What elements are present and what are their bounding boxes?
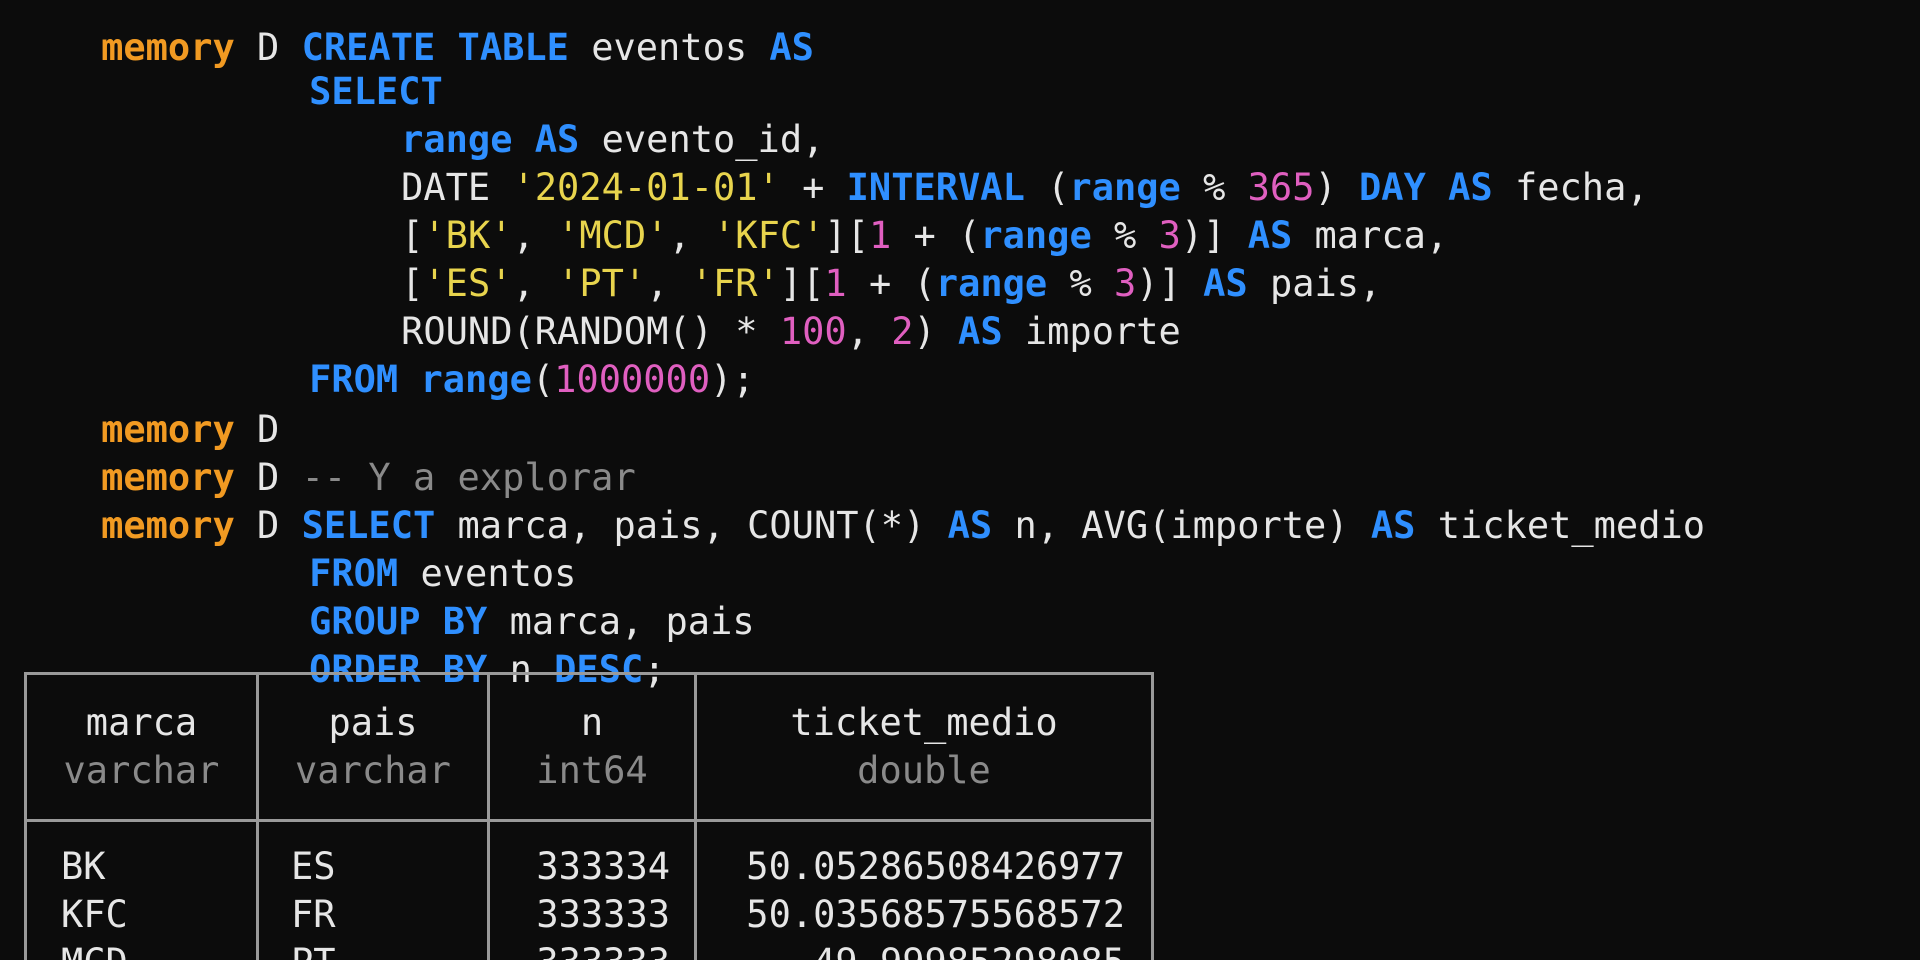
table-cell: PT [291,939,336,960]
sql-text: , [846,310,892,353]
prompt-line-select-query: memory D SELECT marca, pais, COUNT(*) AS… [12,454,1705,547]
sql-text: importe [1002,310,1181,353]
keyword: AS [947,504,993,547]
column-header-marca: marca [85,701,198,744]
result-table: marca varchar pais varchar n int64 ticke… [24,672,1154,960]
table-cell: MCD [61,939,128,960]
table-cell: 49.99985298085 [697,939,1125,960]
sql-line-evento-id: range AS evento_id, [312,68,824,161]
terminal-window[interactable]: memory D CREATE TABLE eventos AS SELECT … [0,0,1920,960]
sql-line-importe: ROUND(RANDOM() * 100, 2) AS importe [312,260,1181,353]
column-type-ticket-medio: double [857,749,991,792]
sql-line-fecha: DATE '2024-01-01' + INTERVAL (range % 36… [312,116,1649,209]
keyword: AS [1370,504,1416,547]
sql-text: ticket_medio [1415,504,1706,547]
prompt-line-comment: memory D -- Y a explorar [12,406,636,499]
sql-line-group-by: GROUP BY marca, pais [220,550,755,643]
number-literal: 100 [779,310,847,353]
sql-text: ( [531,358,555,401]
prompt-label: memory [101,26,235,69]
table-cell: FR [291,893,336,936]
column-header-ticket-medio: ticket_medio [790,701,1058,744]
sql-line-from-eventos: FROM eventos [220,502,576,595]
sql-text: ); [710,358,755,401]
column-type-pais: varchar [295,749,451,792]
keyword: AS [1203,262,1248,305]
column-header-pais: pais [328,701,418,744]
header-divider [27,819,1151,822]
sql-line-marca: ['BK', 'MCD', 'KFC'][1 + (range % 3)] AS… [312,164,1448,257]
sql-text: n, AVG(importe) [992,504,1371,547]
table-cell: 333333 [490,939,670,960]
table-cell: BK [61,845,106,888]
table-name: eventos [568,26,770,69]
number-literal: 2 [891,310,914,353]
sql-line-pais: ['ES', 'PT', 'FR'][1 + (range % 3)] AS p… [312,212,1381,305]
table-cell: 333333 [536,893,670,936]
keyword: FROM [309,358,399,401]
table-cell: 50.03568575568572 [746,893,1125,936]
table-cell: 50.05286508426977 [746,845,1125,888]
number-literal: 1000000 [554,358,711,401]
table-cell: KFC [61,893,128,936]
column-header-n: n [580,701,604,744]
keyword: range [420,358,532,401]
keyword: AS [958,310,1003,353]
keyword: AS [769,26,814,69]
sql-text: fecha, [1492,166,1649,209]
sql-line-from-range: FROM range(1000000); [220,308,755,401]
table-cell: ES [291,845,336,888]
column-type-n: int64 [536,749,648,792]
column-type-marca: varchar [63,749,220,792]
sql-line-select: SELECT [220,20,443,113]
prompt-label: memory [101,504,235,547]
table-cell: 333334 [536,845,670,888]
keyword: AS [1448,166,1493,209]
sql-text: pais, [1247,262,1382,305]
prompt-line-empty: memory D [12,358,279,451]
sql-line-order-by: ORDER BY n DESC; [220,598,665,691]
sql-text: ) [913,310,959,353]
